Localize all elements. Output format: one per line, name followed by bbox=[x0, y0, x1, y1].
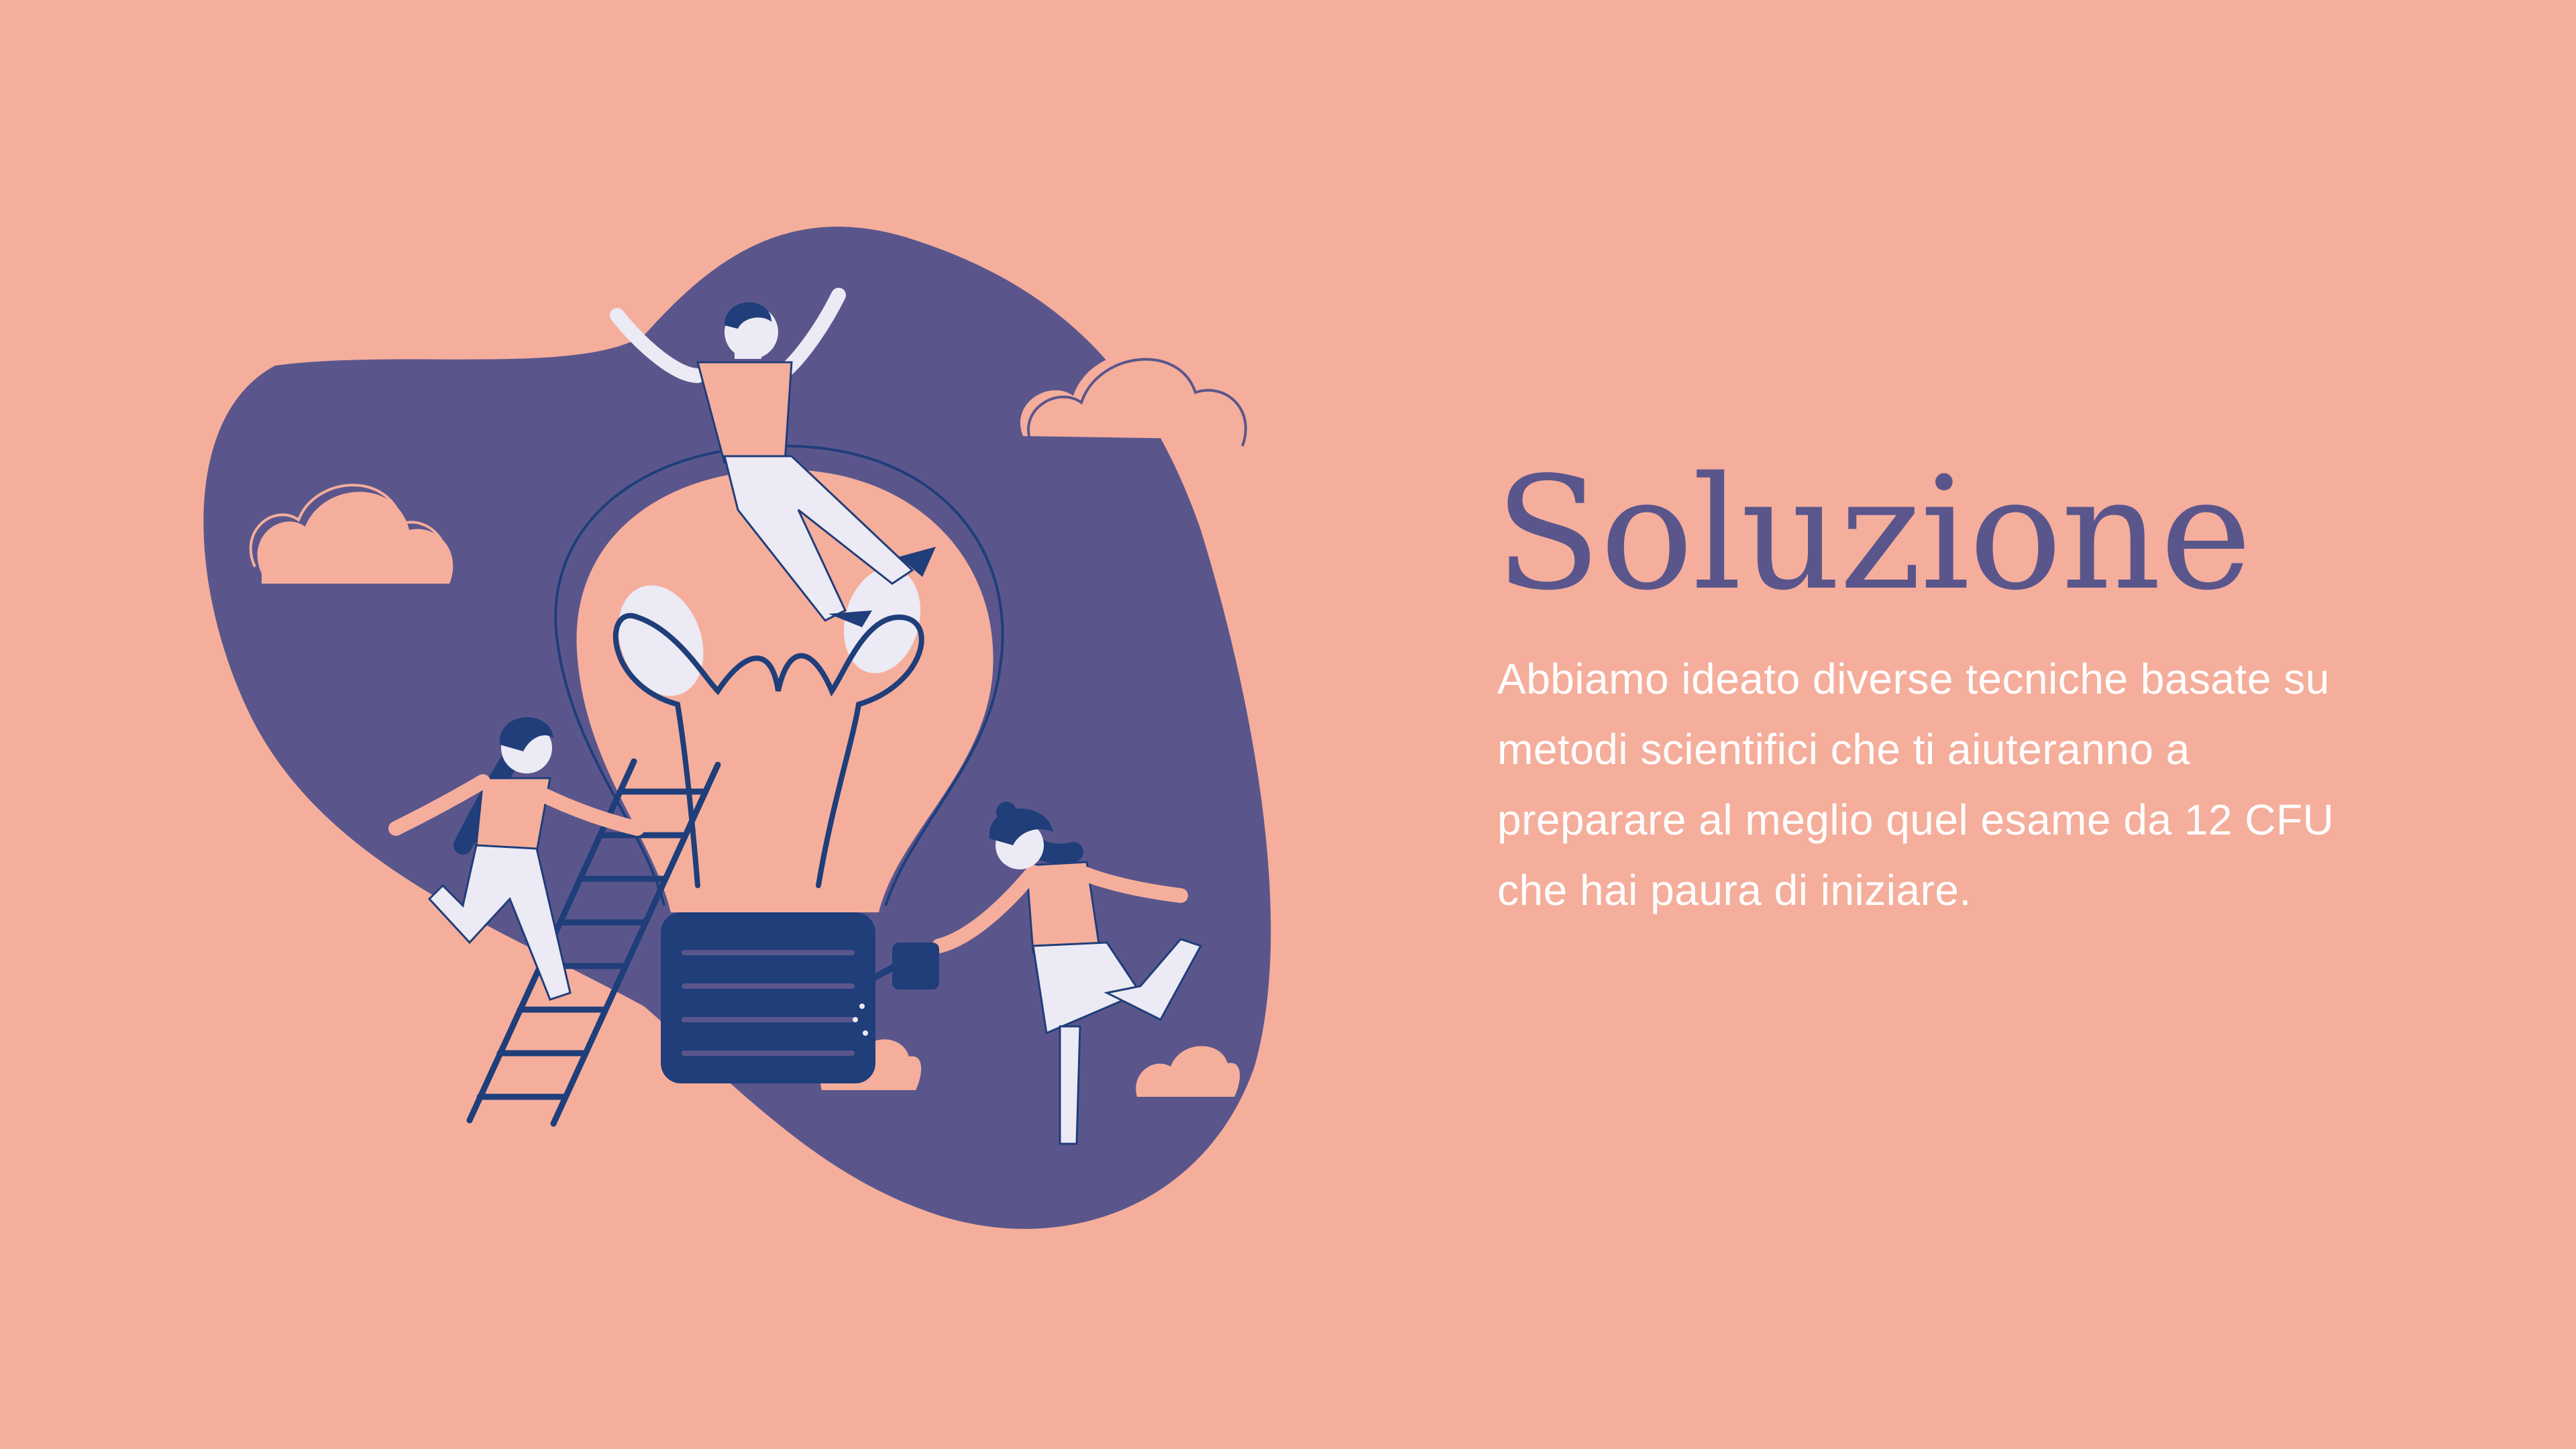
slide-body-text: Abbiamo ideato diverse tecniche basate s… bbox=[1497, 655, 2334, 914]
slide: Soluzione Abbiamo ideato diverse tecnich… bbox=[0, 0, 2576, 1449]
slide-title: Soluzione bbox=[1495, 443, 2252, 625]
lightbulb-base bbox=[661, 912, 875, 1083]
